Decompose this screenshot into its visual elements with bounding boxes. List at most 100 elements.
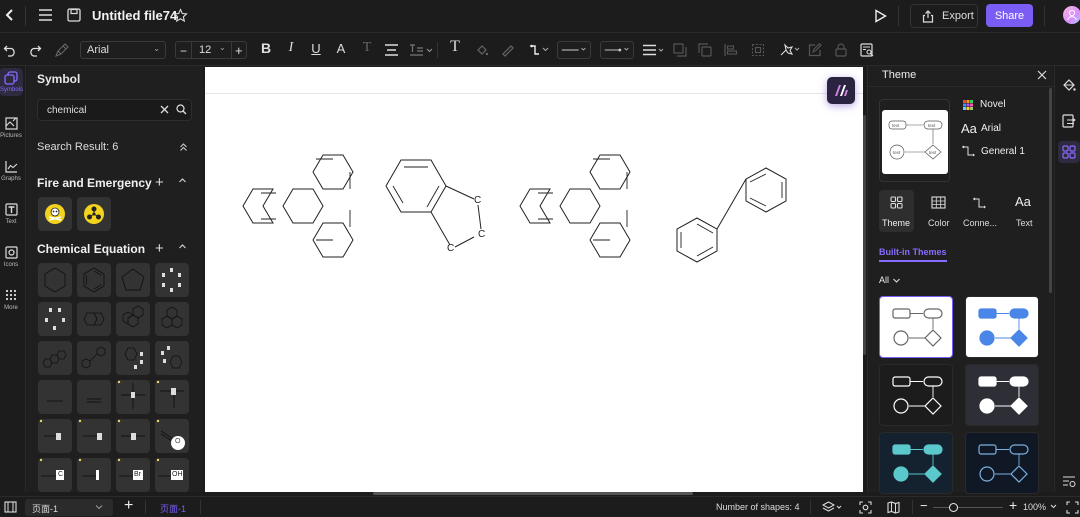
back-icon[interactable] [4,8,16,22]
find-replace-icon[interactable] [859,42,875,58]
line-style-select[interactable] [557,41,591,59]
font-size-value[interactable]: 12 [199,44,211,56]
symbol-tile-naphthalene[interactable] [77,302,111,336]
symbol-tile-single-bond[interactable] [38,380,72,414]
theme-card[interactable] [879,432,953,494]
symbol-tile-biohazard[interactable] [77,197,111,231]
connector-style-icon[interactable] [530,42,550,58]
symbol-tile-nitrogen[interactable] [155,380,189,414]
chevron-down-icon[interactable] [1050,504,1057,509]
rail-item-text[interactable]: Text [0,203,22,225]
current-connector[interactable]: General 1 [981,146,1025,157]
shape-indane[interactable] [385,159,482,248]
arrow-style-select[interactable] [600,41,634,59]
underline-icon[interactable]: U [308,40,324,56]
page-list-icon[interactable] [4,501,17,513]
map-icon[interactable] [887,501,900,514]
built-in-themes-tab[interactable]: Built-in Themes [879,247,947,257]
search-icon[interactable] [176,104,187,115]
font-size-stepper[interactable]: − 12 ⌄ + [175,41,247,59]
group-icon[interactable] [750,42,766,58]
symbol-tile-carbon-cross[interactable] [116,380,150,414]
theme-filter-select[interactable]: All [879,275,901,285]
send-back-icon[interactable] [697,42,713,58]
current-font[interactable]: Arial [981,123,1001,134]
symbol-tile-pyrene[interactable] [155,302,189,336]
add-section-button[interactable]: + [155,174,164,191]
align-icon[interactable] [383,42,399,58]
fill-icon[interactable] [474,42,490,58]
magic-icon[interactable] [779,42,801,58]
share-button[interactable]: Share [986,4,1033,27]
theme-panel-scrollbar[interactable] [1049,88,1052,293]
symbol-tile-ring-atoms-2[interactable] [38,302,72,336]
chevron-up-icon[interactable] [178,177,187,184]
zoom-out-button[interactable]: − [920,498,928,513]
symbol-tile-bromine[interactable]: Br [116,458,150,492]
edit-icon[interactable] [807,42,823,58]
symbol-tile-benzene[interactable] [77,263,111,297]
zoom-level[interactable]: 100% [1023,502,1046,512]
fill-style-icon[interactable] [1062,78,1076,92]
font-family-select[interactable]: Arial ⌄ [80,41,166,59]
layers-icon[interactable] [822,501,844,513]
tab-text[interactable]: Aa Text [1008,190,1043,232]
export-button[interactable]: Export [910,4,978,28]
symbol-tile-phenanthrene[interactable] [116,302,150,336]
symbol-tile-triphenylene[interactable] [38,341,72,375]
shape-triphenylene[interactable] [242,154,354,258]
theme-rail-button[interactable] [1058,141,1080,163]
fullscreen-icon[interactable] [1066,501,1079,514]
font-color-icon[interactable]: A [333,40,349,56]
align-left-icon[interactable] [723,42,739,58]
tab-color[interactable]: Color [924,190,959,232]
clear-search-icon[interactable] [159,104,170,115]
chevron-down-icon[interactable]: ⌄ [219,43,226,52]
symbol-tile-fluorine[interactable] [77,419,111,453]
rail-item-more[interactable]: More [0,289,22,311]
collapse-all-icon[interactable] [179,142,188,152]
page-tab-active[interactable]: 页面-1 [160,502,186,515]
bring-front-icon[interactable] [672,42,688,58]
text-style-icon[interactable]: T [359,40,375,56]
line-color-icon[interactable] [500,42,516,58]
close-icon[interactable] [1037,70,1047,80]
symbol-tile-hydrogen[interactable] [38,419,72,453]
theme-card[interactable] [879,364,953,426]
page-select[interactable]: 页面-1 [25,499,113,516]
symbol-tile-chlorine[interactable]: C [38,458,72,492]
symbol-tile-indane[interactable] [116,341,150,375]
zoom-slider-track[interactable] [933,507,1003,508]
play-icon[interactable] [874,9,887,23]
rail-item-symbols[interactable]: Symbols [0,68,23,96]
theme-card[interactable] [879,296,953,358]
increase-font-size-button[interactable]: + [235,43,243,58]
rail-item-icons[interactable]: Icons [0,246,22,268]
line-spacing-icon[interactable] [410,42,434,58]
text-tool-icon[interactable]: T [447,38,463,55]
italic-icon[interactable]: I [283,40,299,56]
theme-card[interactable] [965,364,1039,426]
symbol-tile-hydroxyl[interactable]: OH [155,458,189,492]
save-icon[interactable] [67,8,81,22]
current-palette[interactable]: Novel [980,99,1006,110]
tab-theme[interactable]: Theme [879,190,914,232]
theme-card[interactable] [965,296,1039,358]
rail-item-graphs[interactable]: Graphs [0,160,22,182]
symbol-tile-indene[interactable] [155,341,189,375]
diagram-canvas[interactable]: C C C [205,67,863,492]
canvas-vertical-scrollbar[interactable] [863,115,866,355]
canvas-horizontal-scrollbar[interactable] [373,492,693,495]
symbol-tile-hydroxyl-circle[interactable]: O [155,419,189,453]
bold-icon[interactable]: B [258,40,274,56]
symbol-tile-toxic[interactable] [38,197,72,231]
symbol-tile-cyclohexane[interactable] [38,263,72,297]
shape-triphenylene-2[interactable] [519,154,631,258]
symbol-tile-oxygen-bond[interactable] [116,419,150,453]
add-page-button[interactable]: + [124,497,133,515]
line-weight-icon[interactable] [643,42,665,58]
symbol-tile-cyclopentane[interactable] [116,263,150,297]
symbol-tile-iodine[interactable] [77,458,111,492]
page-settings-icon[interactable] [1062,114,1076,128]
add-section-button[interactable]: + [155,240,164,257]
